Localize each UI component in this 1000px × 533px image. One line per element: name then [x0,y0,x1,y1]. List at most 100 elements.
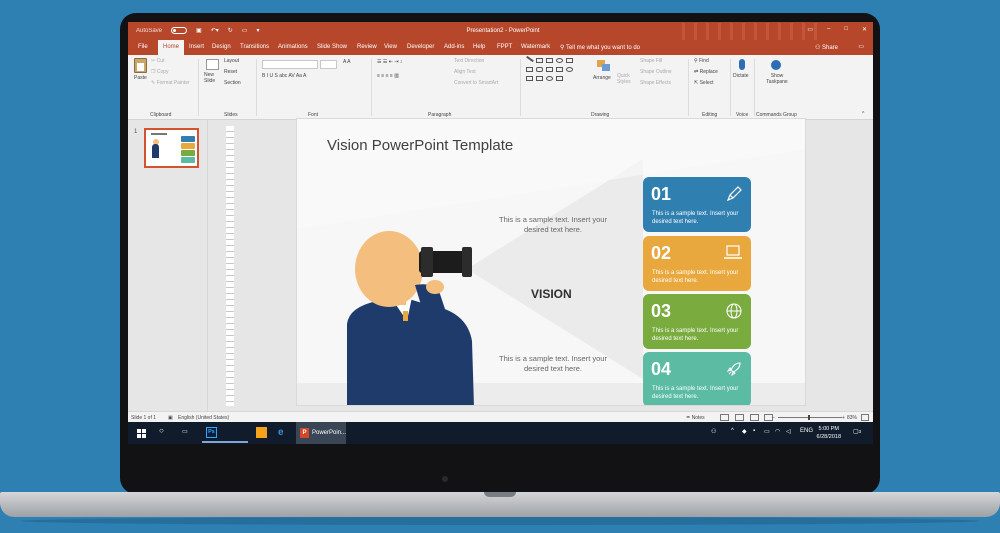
people-icon[interactable]: ⚇ [711,428,716,435]
font-format-buttons[interactable]: B I U S abc AV Aa A [262,73,306,80]
tell-me-search[interactable]: ⚲ Tell me what you want to do [560,44,640,51]
task-view-icon[interactable]: ▭ [182,428,188,435]
clock[interactable]: 5:00 PM 6/28/2018 [817,425,841,442]
normal-view-icon[interactable] [720,414,729,421]
taskpane-icon[interactable] [771,60,781,70]
align-buttons[interactable]: ≡ ≡ ≡ ≡ ▥ [377,73,399,80]
dictate-button[interactable]: Dictate [733,73,749,80]
quick-styles-button[interactable]: Quick Styles [617,73,633,85]
zoom-out-icon[interactable]: – [772,415,775,421]
slide-sorter-icon[interactable] [735,414,744,421]
convert-smartart-button[interactable]: Convert to SmartArt [454,80,498,87]
shapes-gallery[interactable] [526,55,586,88]
comments-icon[interactable]: ▭ [858,43,864,50]
maximize-icon[interactable]: □ [844,26,848,33]
tab-review[interactable]: Review [357,44,377,50]
font-name-box[interactable] [262,60,318,69]
cortana-icon[interactable]: ○ [159,426,164,435]
tab-developer[interactable]: Developer [407,44,434,50]
share-button[interactable]: ⚇ Share [815,44,838,51]
vision-label[interactable]: VISION [531,287,572,301]
battery-icon[interactable]: ▭ [764,428,770,435]
window-controls: ▭ – □ ✕ [807,26,867,33]
layout-button[interactable]: Layout [224,58,239,65]
text-direction-button[interactable]: Text Direction [454,58,484,65]
minimize-icon[interactable]: – [827,26,830,33]
tab-slide-show[interactable]: Slide Show [317,44,347,50]
close-icon[interactable]: ✕ [862,26,867,33]
vision-card-4[interactable]: 04 This is a sample text. Insert your de… [643,352,751,405]
collapse-ribbon-icon[interactable]: ^ [862,111,864,118]
edge-icon[interactable]: e [278,427,289,438]
tab-animations[interactable]: Animations [278,44,308,50]
vision-card-1[interactable]: 01 This is a sample text. Insert your de… [643,177,751,232]
tab-help[interactable]: Help [473,44,485,50]
slide-title[interactable]: Vision PowerPoint Template [327,137,513,154]
find-button[interactable]: ⚲ Find [694,58,709,65]
new-slide-button[interactable]: New Slide [204,72,220,84]
notes-button[interactable]: ≐ Notes [686,415,705,421]
show-taskpane-button[interactable]: Show Taskpane [765,73,789,85]
shape-effects-button[interactable]: Shape Effects [640,80,671,87]
tab-fppt[interactable]: FPPT [497,44,512,50]
select-button[interactable]: ⇱ Select [694,80,714,87]
ribbon-display-icon[interactable]: ▭ [807,26,813,33]
slide-canvas[interactable]: Vision PowerPoint Template This is a sam… [296,118,806,406]
slide-thumbnail[interactable] [144,128,199,168]
align-text-button[interactable]: Align Text [454,69,476,76]
reset-button[interactable]: Reset [224,69,237,76]
microphone-icon[interactable] [739,59,745,70]
windows-start-icon[interactable] [137,429,146,438]
input-language[interactable]: ENG [800,428,813,434]
fit-slide-icon[interactable] [861,414,869,421]
tab-add-ins[interactable]: Add-ins [444,44,464,50]
shape-fill-button[interactable]: Shape Fill [640,58,662,65]
cut-button[interactable]: ✂ Cut [151,58,164,65]
undo-icon[interactable]: ↶▾ [211,27,219,34]
sample-text-top[interactable]: This is a sample text. Insert your desir… [493,215,613,235]
font-size-box[interactable] [320,60,337,69]
wifi-icon[interactable]: ◠ [775,428,780,435]
volume-icon[interactable]: ◁ [786,428,791,435]
tab-insert[interactable]: Insert [189,44,204,50]
vision-card-2[interactable]: 02 This is a sample text. Insert your de… [643,236,751,291]
redo-icon[interactable]: ↻ [228,27,233,34]
zoom-in-icon[interactable]: + [842,415,845,421]
zoom-slider-thumb[interactable] [808,415,810,420]
dropbox-icon[interactable]: ◆ [742,428,747,435]
vision-card-3[interactable]: 03 This is a sample text. Insert your de… [643,294,751,349]
zoom-slider[interactable] [778,417,842,418]
tab-transitions[interactable]: Transitions [240,44,269,50]
tab-file[interactable]: File [138,44,148,50]
arrange-icon[interactable] [597,60,611,72]
list-buttons[interactable]: ☰ ☰ ⇤ ⇥ ↕ [377,59,402,66]
arrange-button[interactable]: Arrange [593,75,611,82]
tab-home[interactable]: Home [158,40,185,55]
action-center-icon[interactable]: ▢3 [853,428,861,435]
spellcheck-icon[interactable]: ▣ [168,415,173,421]
shape-outline-button[interactable]: Shape Outline [640,69,672,76]
paste-icon[interactable] [134,58,147,73]
language-status[interactable]: English (United States) [178,415,229,421]
zoom-level[interactable]: 83% [847,415,857,421]
tab-watermark[interactable]: Watermark [521,44,550,50]
section-button[interactable]: Section [224,80,241,87]
sublime-icon[interactable] [256,427,267,438]
new-slide-icon[interactable] [206,59,219,70]
format-painter-button[interactable]: ✎ Format Painter [151,80,190,87]
tray-app-icon[interactable]: ▪ [753,428,755,434]
grow-font-icon[interactable]: A A [343,59,351,66]
replace-button[interactable]: ⇄ Replace [694,69,718,76]
paste-button[interactable]: Paste [134,75,147,82]
reading-view-icon[interactable] [750,414,759,421]
save-icon[interactable]: ▣ [196,27,202,34]
copy-button[interactable]: ❐ Copy [151,69,169,76]
autosave-toggle[interactable] [171,27,188,34]
tray-chevron-icon[interactable]: ^ [731,428,734,434]
customize-qa-icon[interactable]: ▾ [256,27,259,34]
tab-view[interactable]: View [384,44,397,50]
photoshop-icon[interactable]: Ps [206,427,217,438]
tab-design[interactable]: Design [212,44,231,50]
sample-text-bottom[interactable]: This is a sample text. Insert your desir… [493,354,613,374]
present-icon[interactable]: ▭ [242,27,248,34]
